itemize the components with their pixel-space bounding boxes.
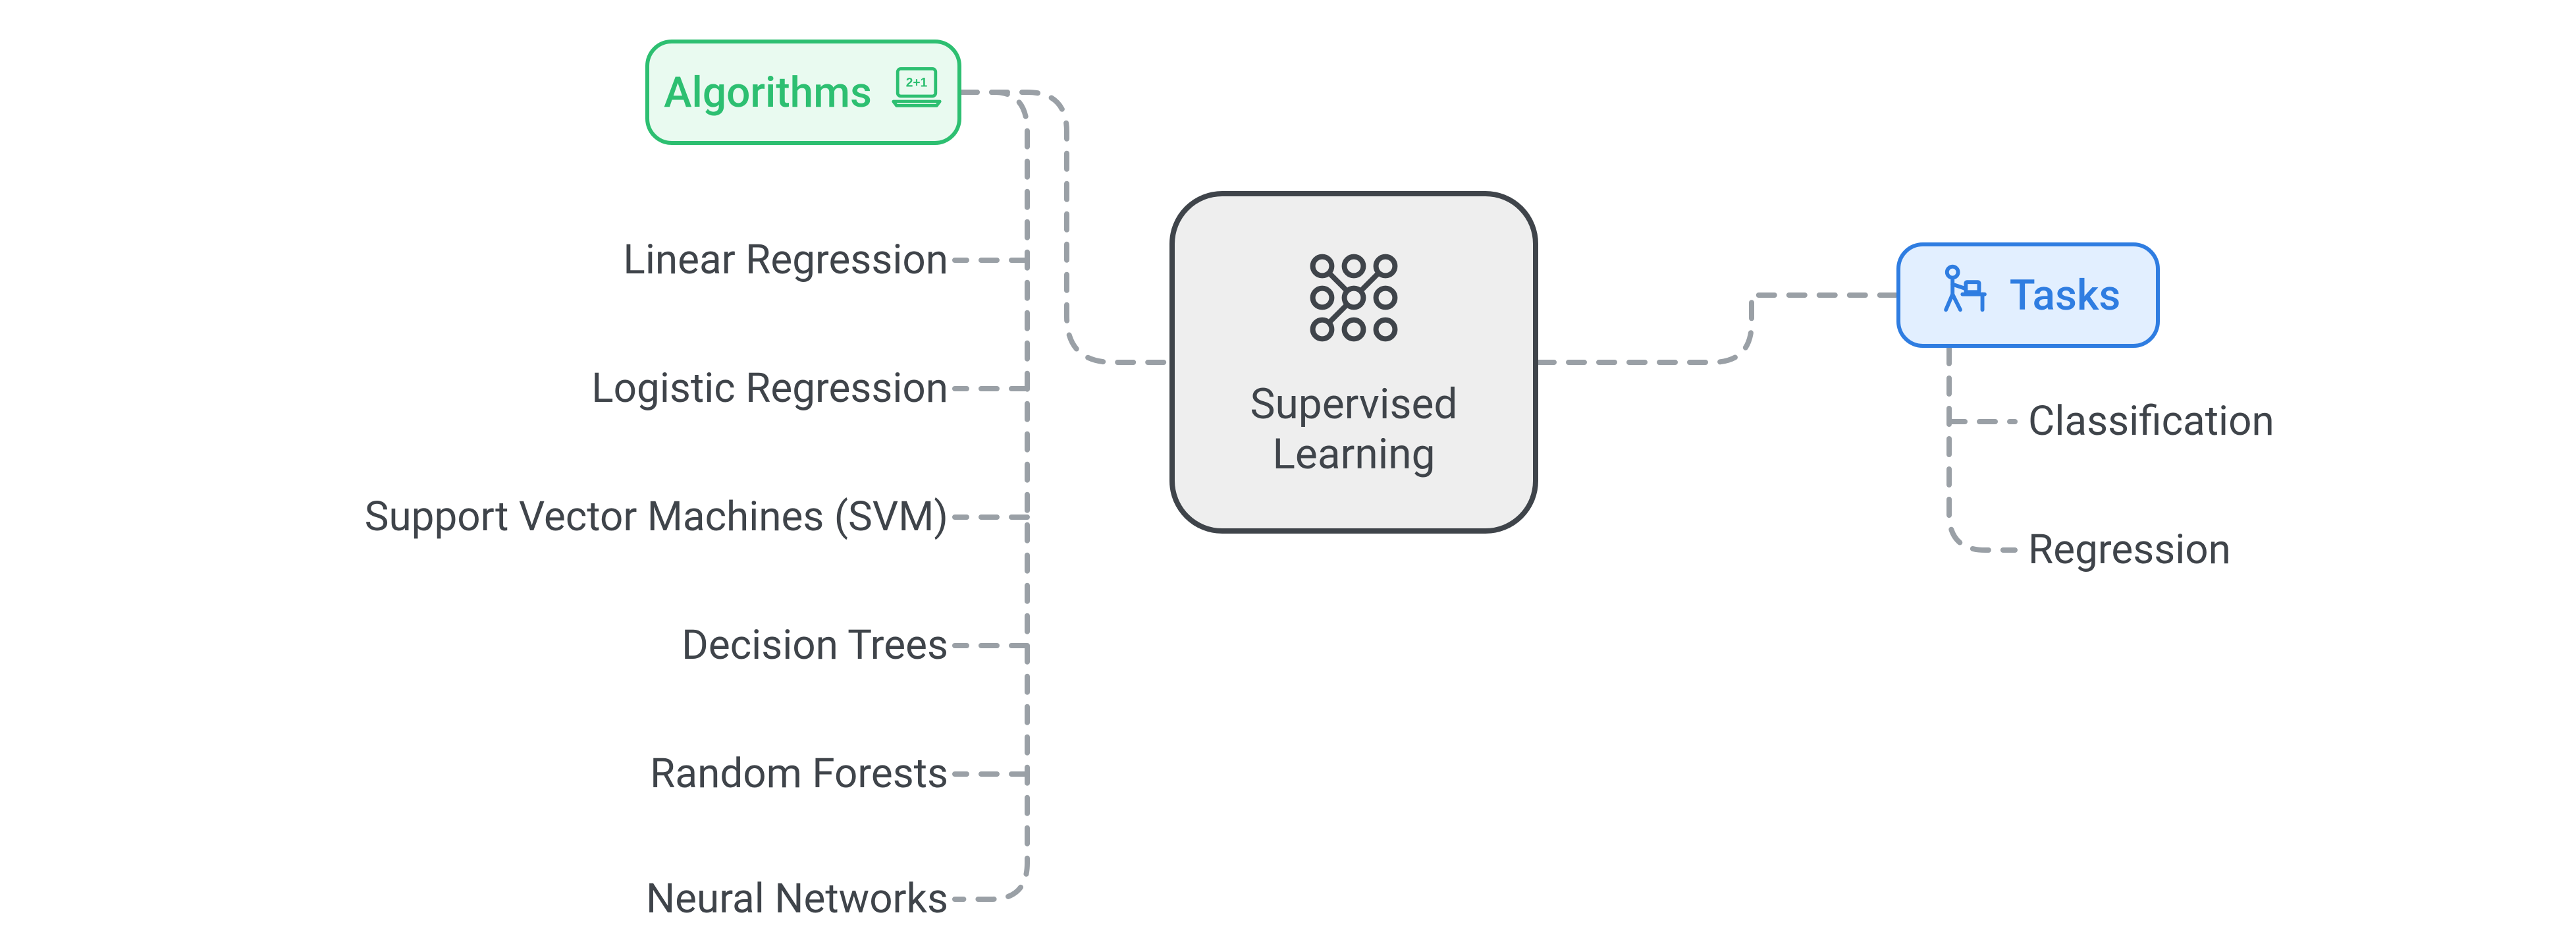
algorithm-item-neural-networks: Neural Networks bbox=[646, 875, 948, 923]
laptop-math-icon: 2+1 bbox=[890, 65, 943, 120]
center-node-supervised-learning: SupervisedLearning bbox=[1169, 191, 1538, 534]
tasks-node: Tasks bbox=[1896, 242, 2160, 348]
task-item-regression: Regression bbox=[2028, 526, 2231, 574]
algorithm-item-svm: Support Vector Machines (SVM) bbox=[365, 493, 948, 541]
center-node-label: SupervisedLearning bbox=[1250, 379, 1457, 479]
algorithm-item-logistic-regression: Logistic Regression bbox=[591, 364, 948, 412]
algorithms-node: Algorithms 2+1 bbox=[645, 40, 961, 145]
algorithm-item-decision-trees: Decision Trees bbox=[682, 621, 948, 669]
svg-text:2+1: 2+1 bbox=[906, 76, 928, 90]
algorithm-item-linear-regression: Linear Regression bbox=[623, 236, 948, 284]
tasks-title: Tasks bbox=[2010, 271, 2121, 320]
person-desk-icon bbox=[1936, 262, 1991, 328]
network-icon bbox=[1301, 245, 1407, 361]
algorithm-item-random-forests: Random Forests bbox=[650, 750, 948, 798]
diagram-canvas: SupervisedLearning Algorithms 2+1 bbox=[0, 0, 2576, 946]
algorithms-title: Algorithms bbox=[664, 68, 872, 117]
task-item-classification: Classification bbox=[2028, 397, 2274, 445]
